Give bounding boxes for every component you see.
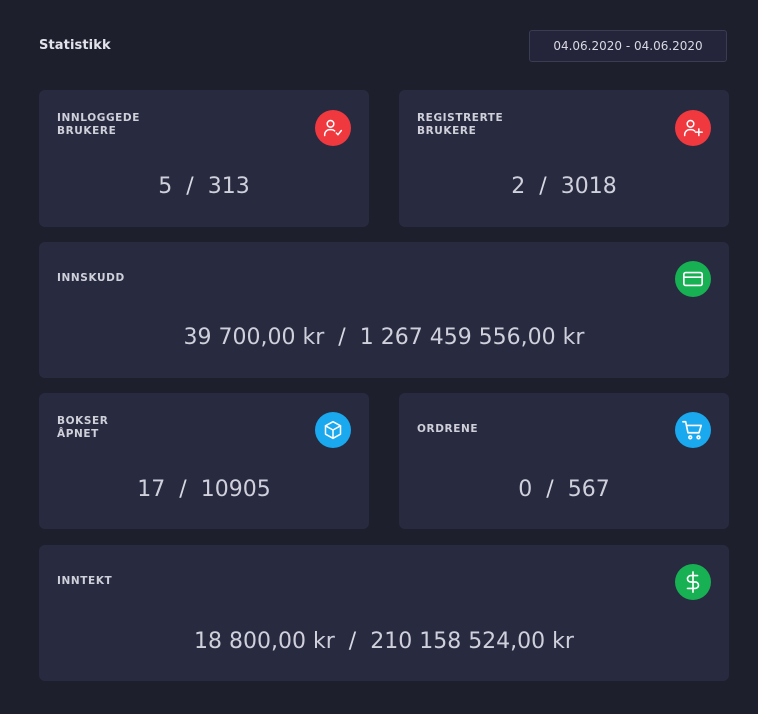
card-label: INNSKUDD	[57, 272, 125, 284]
value-separator: /	[338, 325, 346, 350]
value-separator: /	[186, 174, 194, 199]
shopping-cart-icon	[675, 412, 711, 448]
total-value: 313	[207, 174, 250, 199]
dollar-icon	[675, 564, 711, 600]
card-value: 39 700,00 kr / 1 267 459 556,00 kr	[39, 325, 729, 350]
total-value: 3018	[560, 174, 617, 199]
current-value: 39 700,00 kr	[183, 325, 325, 350]
card-value: 18 800,00 kr / 210 158 524,00 kr	[39, 629, 729, 654]
current-value: 0	[518, 477, 533, 502]
box-icon	[315, 412, 351, 448]
credit-card-icon	[675, 261, 711, 297]
card-label: REGISTRERTE BRUKERE	[417, 112, 504, 137]
total-value: 10905	[200, 477, 271, 502]
user-plus-icon	[675, 110, 711, 146]
current-value: 17	[137, 477, 166, 502]
card-logged-in-users: INNLOGGEDE BRUKERE 5 / 313	[39, 90, 369, 227]
total-value: 210 158 524,00 kr	[370, 629, 574, 654]
card-label: INNTEKT	[57, 575, 113, 587]
date-range-picker[interactable]: 04.06.2020 - 04.06.2020	[529, 30, 727, 62]
total-value: 1 267 459 556,00 kr	[359, 325, 585, 350]
current-value: 5	[158, 174, 173, 199]
value-separator: /	[179, 477, 187, 502]
card-value: 0 / 567	[399, 477, 729, 502]
statistics-page: Statistikk 04.06.2020 - 04.06.2020 INNLO…	[0, 0, 758, 714]
total-value: 567	[567, 477, 610, 502]
card-label: INNLOGGEDE BRUKERE	[57, 112, 141, 137]
value-separator: /	[546, 477, 554, 502]
card-boxes-opened: BOKSER ÅPNET 17 / 10905	[39, 393, 369, 529]
card-deposits: INNSKUDD 39 700,00 kr / 1 267 459 556,00 k…	[39, 242, 729, 378]
card-value: 5 / 313	[39, 174, 369, 199]
card-label: BOKSER ÅPNET	[57, 415, 109, 440]
card-label: ORDRENE	[417, 423, 479, 435]
card-revenue: INNTEKT 18 800,00 kr / 210 158 524,00 kr	[39, 545, 729, 681]
card-value: 2 / 3018	[399, 174, 729, 199]
page-title: Statistikk	[39, 38, 111, 53]
value-separator: /	[348, 629, 357, 654]
user-check-icon	[315, 110, 351, 146]
card-orders: ORDRENE 0 / 567	[399, 393, 729, 529]
current-value: 18 800,00 kr	[194, 629, 335, 654]
value-separator: /	[539, 174, 547, 199]
card-value: 17 / 10905	[39, 477, 369, 502]
current-value: 2	[511, 174, 526, 199]
card-registered-users: REGISTRERTE BRUKERE 2 / 3018	[399, 90, 729, 227]
